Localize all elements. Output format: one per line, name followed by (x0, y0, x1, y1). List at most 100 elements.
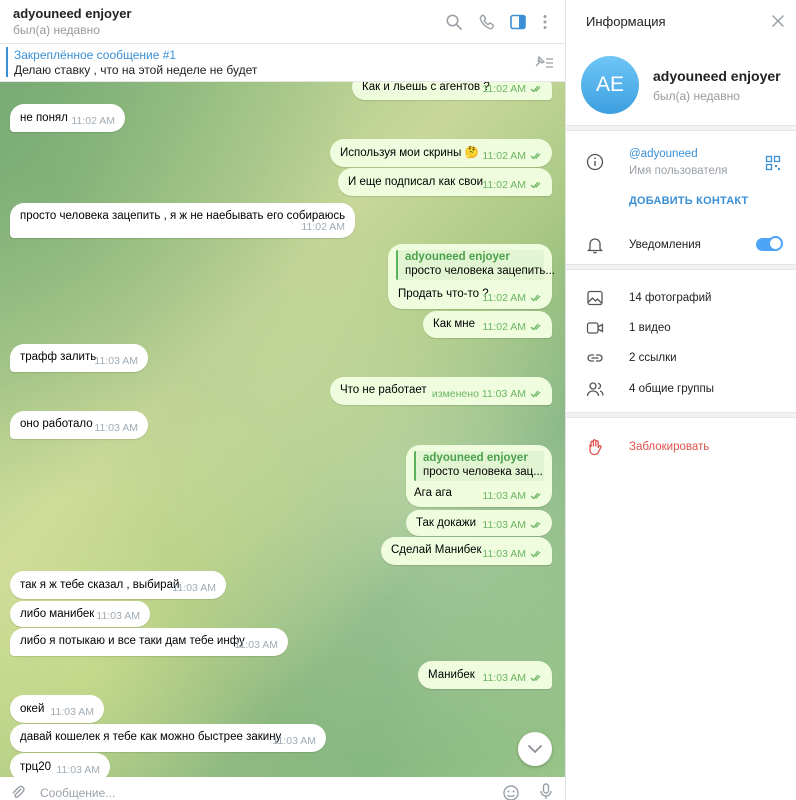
message-time: 11:03 AM (96, 610, 140, 622)
qr-code-icon[interactable] (765, 155, 781, 171)
message-text: трц20 (20, 761, 52, 773)
message-time: 11:02 AM (482, 292, 544, 304)
microphone-icon[interactable] (538, 783, 554, 800)
message-bubble[interactable]: трц20 11:03 AM (10, 753, 110, 777)
message-text: Продать что-то ? (398, 288, 489, 300)
section-divider (566, 125, 796, 131)
message-time: 11:02 AM (482, 179, 544, 191)
notifications-toggle[interactable] (756, 236, 783, 251)
message-text: давай кошелек я тебе как можно быстрее з… (20, 731, 282, 743)
message-bubble[interactable]: окей 11:03 AM (10, 695, 104, 723)
profile-status: был(а) недавно (653, 89, 740, 103)
reply-text: просто человека зацепить... (405, 265, 556, 277)
message-history[interactable]: Как и льешь с агентов ? 11:02 AM не поня… (0, 82, 565, 777)
close-icon[interactable] (769, 12, 787, 30)
chat-header[interactable]: adyouneed enjoyer был(а) недавно (0, 0, 565, 44)
section-divider (566, 412, 796, 418)
message-bubble[interactable]: adyouneed enjoyer просто человека зац...… (406, 445, 552, 507)
message-text: не понял (20, 112, 68, 124)
emoji-icon[interactable] (502, 785, 520, 800)
message-text: либо я потыкаю и все таки дам тебе инфу (20, 635, 245, 647)
message-bubble[interactable]: либо я потыкаю и все таки дам тебе инфу … (10, 628, 288, 656)
message-bubble[interactable]: Так докажи 11:03 AM (406, 510, 552, 536)
message-bubble[interactable]: так я ж тебе сказал , выбирай 11:03 AM (10, 571, 226, 599)
info-icon (586, 153, 604, 171)
profile-name: adyouneed enjoyer (653, 68, 781, 84)
message-bubble[interactable]: Как мне 11:02 AM (423, 311, 552, 338)
message-time: изменено 11:03 AM (432, 388, 544, 400)
bell-icon (586, 238, 604, 254)
search-icon[interactable] (443, 11, 465, 33)
message-time: 11:03 AM (56, 764, 100, 776)
common-groups[interactable]: 4 общие группы (629, 383, 714, 395)
message-time: 11:03 AM (482, 519, 544, 531)
pinned-accent-bar (6, 47, 8, 77)
message-text: Так докажи (416, 517, 477, 529)
phone-icon[interactable] (476, 11, 498, 33)
scroll-to-bottom-button[interactable] (518, 732, 552, 766)
message-time: 11:03 AM (94, 355, 138, 367)
message-bubble[interactable]: не понял 11:02 AM (10, 104, 125, 132)
message-bubble[interactable]: Сделай Манибек 11:03 AM (381, 537, 552, 565)
message-bubble[interactable]: давай кошелек я тебе как можно быстрее з… (10, 724, 326, 752)
message-time: 11:03 AM (482, 548, 544, 560)
message-time: 11:02 AM (482, 150, 544, 162)
reply-quote[interactable]: adyouneed enjoyer просто человека зацепи… (396, 250, 556, 280)
message-text: Как мне (433, 318, 475, 330)
message-bubble[interactable]: оно работало 11:03 AM (10, 411, 148, 439)
message-bubble[interactable]: трафф залить 11:03 AM (10, 344, 148, 372)
shared-videos[interactable]: 1 видео (629, 322, 671, 334)
message-bubble[interactable]: Что не работает изменено 11:03 AM (330, 377, 552, 405)
message-bubble[interactable]: просто человека зацепить , я ж не наебыв… (10, 203, 355, 238)
message-time: 11:03 AM (172, 582, 216, 594)
telegram-window: adyouneed enjoyer был(а) недавно Закрепл… (0, 0, 796, 800)
message-text: Что не работает (340, 384, 427, 396)
groups-icon (586, 382, 604, 397)
message-bubble[interactable]: adyouneed enjoyer просто человека зацепи… (388, 244, 556, 309)
username[interactable]: @adyouneed (629, 148, 698, 160)
message-bubble[interactable]: Манибек 11:03 AM (418, 661, 552, 689)
message-text: либо манибек (20, 608, 95, 620)
block-user-button[interactable]: Заблокировать (629, 441, 709, 453)
message-bubble[interactable]: Как и льешь с агентов ? 11:02 AM (352, 82, 552, 100)
block-hand-icon (589, 439, 602, 456)
chevron-down-icon (528, 745, 542, 754)
message-time: 11:03 AM (234, 639, 278, 651)
message-bubble[interactable]: либо манибек 11:03 AM (10, 601, 150, 627)
username-label: Имя пользователя (629, 165, 728, 177)
sidebar-toggle-icon[interactable] (507, 11, 529, 33)
pinned-list-icon[interactable] (533, 54, 555, 70)
message-bubble[interactable]: Используя мои скрины 🤔 11:02 AM (330, 139, 552, 167)
shared-photos[interactable]: 14 фотографий (629, 292, 711, 304)
message-time: 11:02 AM (482, 321, 544, 333)
paperclip-icon[interactable] (10, 784, 26, 800)
message-time: 11:02 AM (301, 221, 345, 233)
info-panel: Информация AE adyouneed enjoyer был(а) н… (566, 0, 796, 800)
chat-status: был(а) недавно (13, 23, 100, 37)
message-text: И еще подписал как свои (348, 176, 484, 188)
message-text: окей (20, 703, 45, 715)
add-contact-button[interactable]: ДОБАВИТЬ КОНТАКТ (629, 195, 748, 207)
message-text: Сделай Манибек (391, 544, 482, 556)
message-text: Ага ага (414, 487, 452, 499)
more-options-icon[interactable] (534, 11, 556, 33)
reply-author: adyouneed enjoyer (405, 251, 510, 263)
reply-quote[interactable]: adyouneed enjoyer просто человека зац... (414, 451, 544, 481)
message-time: 11:03 AM (50, 706, 94, 718)
pinned-message-text[interactable]: Делаю ставку , что на этой неделе не буд… (14, 63, 257, 77)
avatar[interactable]: AE (581, 56, 639, 114)
section-divider (566, 264, 796, 270)
reply-author: adyouneed enjoyer (423, 452, 528, 464)
info-panel-title: Информация (586, 14, 666, 29)
chat-title[interactable]: adyouneed enjoyer (13, 6, 131, 21)
notifications-label: Уведомления (629, 239, 701, 251)
message-text: оно работало (20, 418, 93, 430)
shared-links[interactable]: 2 ссылки (629, 352, 677, 364)
message-input[interactable] (40, 786, 440, 800)
message-bubble[interactable]: И еще подписал как свои 11:02 AM (338, 168, 552, 196)
pinned-message-title[interactable]: Закреплённое сообщение #1 (14, 48, 176, 62)
message-time: 11:03 AM (94, 422, 138, 434)
message-time: 11:02 AM (71, 115, 115, 127)
message-text: Как и льешь с агентов ? (362, 82, 490, 93)
video-icon (586, 322, 604, 334)
